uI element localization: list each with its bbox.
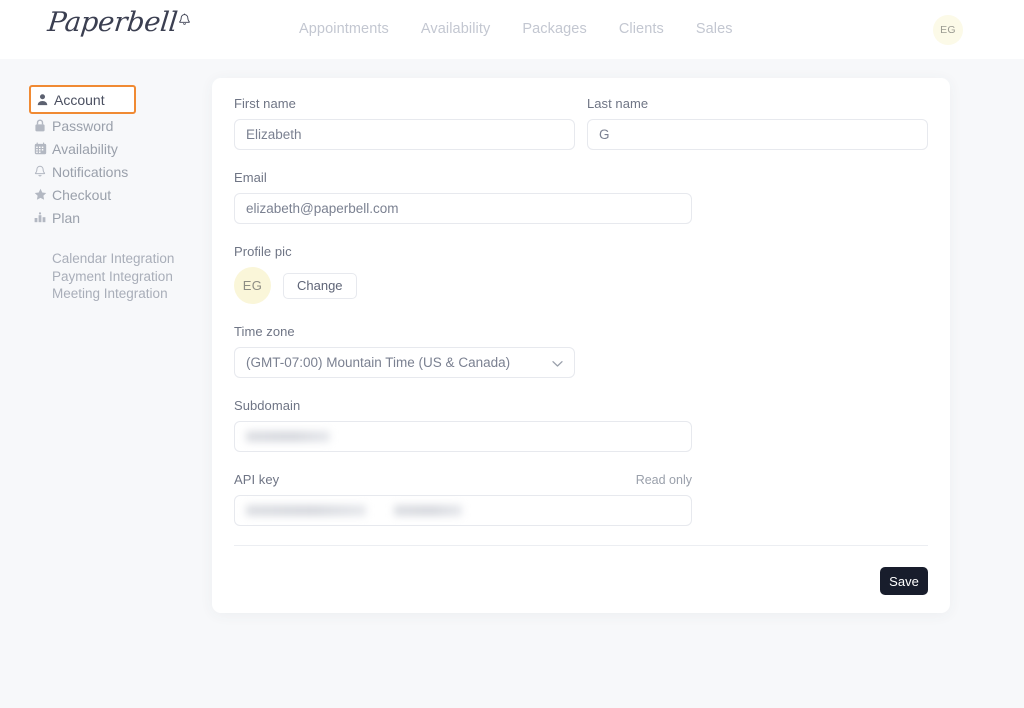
last-name-input[interactable]: G (587, 119, 928, 150)
api-key-label: API key (234, 472, 280, 487)
sidebar-item-plan[interactable]: Plan (33, 206, 212, 229)
email-input[interactable]: elizabeth@paperbell.com (234, 193, 692, 224)
lock-icon (33, 119, 47, 133)
sidebar-link-calendar-integration[interactable]: Calendar Integration (52, 251, 212, 268)
api-key-redacted-value (246, 505, 462, 516)
api-key-label-row: API key Read only (234, 472, 692, 495)
profile-avatar: EG (234, 267, 271, 304)
sidebar-item-label: Account (54, 91, 105, 108)
last-name-label: Last name (587, 96, 649, 111)
sidebar-item-label: Plan (52, 209, 81, 226)
sidebar-item-label: Availability (52, 140, 118, 157)
account-form: First name Elizabeth Last name G Email e… (234, 96, 928, 526)
sidebar-item-label: Notifications (52, 163, 129, 180)
main-nav: Appointments Availability Packages Clien… (299, 21, 733, 37)
first-name-label: First name (234, 96, 296, 111)
sidebar-item-checkout[interactable]: Checkout (33, 183, 212, 206)
profile-pic-label: Profile pic (234, 244, 292, 259)
last-name-group: Last name G (587, 96, 928, 150)
account-settings-card: First name Elizabeth Last name G Email e… (212, 78, 950, 613)
profile-pic-row: EG Change (234, 267, 928, 304)
star-icon (33, 188, 47, 202)
logo-text: Paperbell (46, 7, 179, 38)
first-name-group: First name Elizabeth (234, 96, 575, 150)
sidebar-item-label: Password (52, 117, 114, 134)
subdomain-input[interactable] (234, 421, 692, 452)
sidebar-item-label: Checkout (52, 186, 112, 203)
person-icon (35, 93, 49, 107)
subdomain-label: Subdomain (234, 398, 301, 413)
save-button[interactable]: Save (880, 567, 928, 595)
first-name-input[interactable]: Elizabeth (234, 119, 575, 150)
calendar-icon (33, 142, 47, 156)
sidebar-integration-links: Calendar Integration Payment Integration… (52, 251, 212, 303)
subdomain-group: Subdomain (234, 398, 928, 452)
nav-packages[interactable]: Packages (522, 21, 586, 37)
email-label: Email (234, 170, 267, 185)
api-key-group: API key Read only (234, 472, 928, 526)
nav-appointments[interactable]: Appointments (299, 21, 389, 37)
time-zone-label: Time zone (234, 324, 295, 339)
api-key-readonly-badge: Read only (635, 473, 692, 487)
bell-icon (33, 165, 47, 179)
sidebar-item-notifications[interactable]: Notifications (33, 160, 212, 183)
profile-pic-group: Profile pic EG Change (234, 244, 928, 304)
time-zone-select[interactable]: (GMT-07:00) Mountain Time (US & Canada) (234, 347, 575, 378)
settings-sidebar: Account Password Availability Notificati… (0, 59, 212, 708)
change-profile-pic-button[interactable]: Change (283, 272, 357, 299)
app-logo[interactable]: Paperbell (46, 7, 191, 38)
name-row: First name Elizabeth Last name G (234, 96, 928, 150)
sidebar-item-account[interactable]: Account (29, 85, 136, 114)
sidebar-link-meeting-integration[interactable]: Meeting Integration (52, 286, 212, 303)
sidebar-item-list: Account Password Availability Notificati… (0, 59, 212, 229)
nav-availability[interactable]: Availability (421, 21, 490, 37)
sidebar-link-payment-integration[interactable]: Payment Integration (52, 269, 212, 286)
api-key-input[interactable] (234, 495, 692, 526)
bar-chart-icon (33, 211, 47, 225)
sidebar-item-availability[interactable]: Availability (33, 137, 212, 160)
sidebar-item-password[interactable]: Password (33, 114, 212, 137)
time-zone-value: (GMT-07:00) Mountain Time (US & Canada) (246, 355, 511, 370)
chevron-down-icon (552, 355, 563, 370)
email-group: Email elizabeth@paperbell.com (234, 170, 928, 224)
nav-clients[interactable]: Clients (619, 21, 664, 37)
bell-icon (178, 13, 191, 32)
subdomain-redacted-value (246, 431, 330, 442)
time-zone-group: Time zone (GMT-07:00) Mountain Time (US … (234, 324, 928, 378)
user-avatar[interactable]: EG (933, 15, 963, 45)
form-divider (234, 545, 928, 546)
nav-sales[interactable]: Sales (696, 21, 733, 37)
top-header: Paperbell Appointments Availability Pack… (0, 0, 1024, 59)
